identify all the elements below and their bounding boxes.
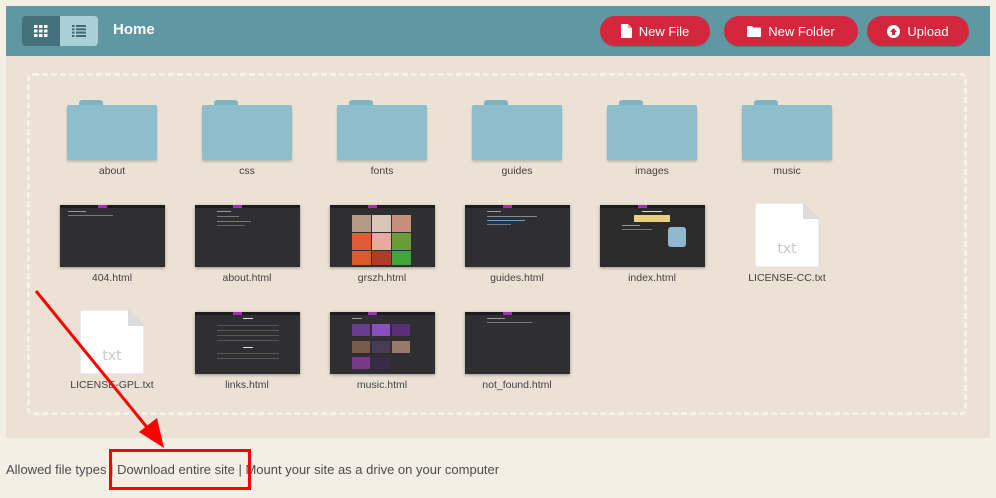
annotation-arrow-icon bbox=[34, 290, 164, 448]
